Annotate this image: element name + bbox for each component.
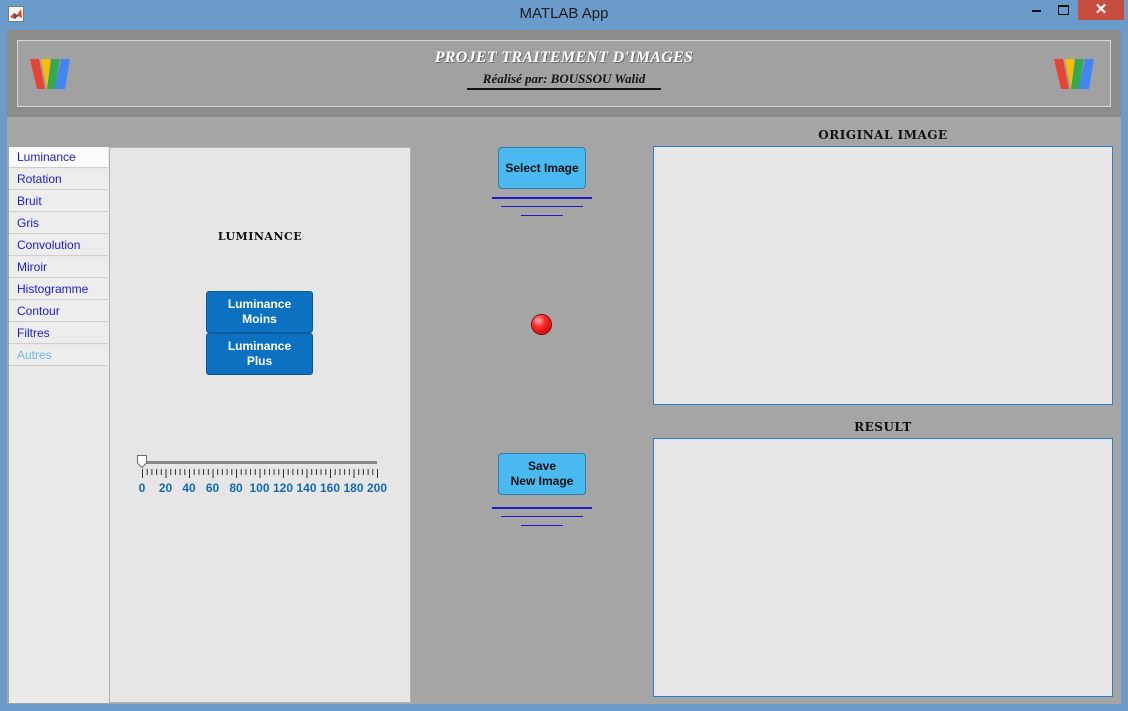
minimize-icon: [1032, 10, 1041, 12]
tab-autres[interactable]: Autres: [9, 345, 108, 366]
tab-bruit[interactable]: Bruit: [9, 191, 108, 212]
button-label-line: Luminance: [227, 339, 292, 353]
decor-line: [492, 507, 592, 509]
slider-tick-label: 100: [249, 481, 270, 495]
tab-convolution[interactable]: Convolution: [9, 235, 108, 256]
luminance-plus-button[interactable]: Luminance Plus: [206, 333, 313, 375]
author-underline: [467, 88, 661, 90]
decor-line: [501, 206, 583, 207]
button-label-line: Luminance: [227, 297, 292, 311]
original-image-axes: [653, 146, 1113, 405]
tab-miroir[interactable]: Miroir: [9, 257, 108, 278]
minimize-button[interactable]: [1023, 0, 1049, 20]
button-label: Select Image: [505, 160, 579, 175]
tab-contour[interactable]: Contour: [9, 301, 108, 322]
project-author: Réalisé par: BOUSSOU Walid: [482, 71, 646, 86]
decor-line: [501, 516, 583, 517]
close-icon: ✕: [1094, 1, 1108, 18]
select-image-button[interactable]: Select Image: [498, 147, 586, 189]
button-label-line: New Image: [510, 474, 574, 488]
close-button[interactable]: ✕: [1078, 0, 1124, 20]
decor-line: [521, 215, 563, 216]
luminance-slider-thumb[interactable]: [137, 455, 147, 468]
button-label-line: Plus: [246, 354, 273, 368]
result-label: RESULT: [854, 420, 912, 434]
result-image-axes: [653, 438, 1113, 697]
slider-tick-label: 20: [158, 481, 173, 495]
tab-luminance[interactable]: Luminance: [9, 147, 108, 168]
slider-tick-label: 200: [366, 481, 388, 495]
tab-rotation[interactable]: Rotation: [9, 169, 108, 190]
w-logo-icon: [30, 59, 70, 89]
panel-heading: LUMINANCE: [217, 230, 303, 243]
decor-line: [492, 197, 592, 199]
slider-tick-label: 180: [343, 481, 364, 495]
maximize-button[interactable]: [1050, 0, 1076, 20]
tab-histogramme[interactable]: Histogramme: [9, 279, 108, 300]
button-label-line: Moins: [242, 312, 277, 326]
maximize-icon: [1058, 5, 1069, 15]
luminance-slider-track[interactable]: [142, 461, 377, 464]
decor-line: [521, 525, 563, 526]
project-title: PROJET TRAITEMENT D'IMAGES: [434, 49, 694, 66]
save-new-image-button[interactable]: Save New Image: [498, 453, 586, 495]
slider-tick-label: 120: [272, 481, 294, 495]
slider-tick-label: 0: [138, 481, 146, 495]
w-logo-icon: [1054, 59, 1094, 89]
slider-tick-label: 80: [229, 481, 243, 495]
luminance-moins-button[interactable]: Luminance Moins: [206, 291, 313, 333]
tab-filtres[interactable]: Filtres: [9, 323, 108, 344]
status-lamp: [532, 315, 551, 334]
original-image-label: ORIGINAL IMAGE: [818, 128, 948, 142]
tab-gris[interactable]: Gris: [9, 213, 108, 234]
slider-tick-label: 60: [205, 481, 220, 495]
slider-tick-label: 140: [296, 481, 317, 495]
slider-ticks: [142, 469, 378, 478]
slider-tick-label: 160: [319, 481, 341, 495]
button-label-line: Save: [527, 459, 556, 473]
window-title: MATLAB App: [519, 5, 609, 22]
slider-tick-label: 40: [182, 481, 196, 495]
